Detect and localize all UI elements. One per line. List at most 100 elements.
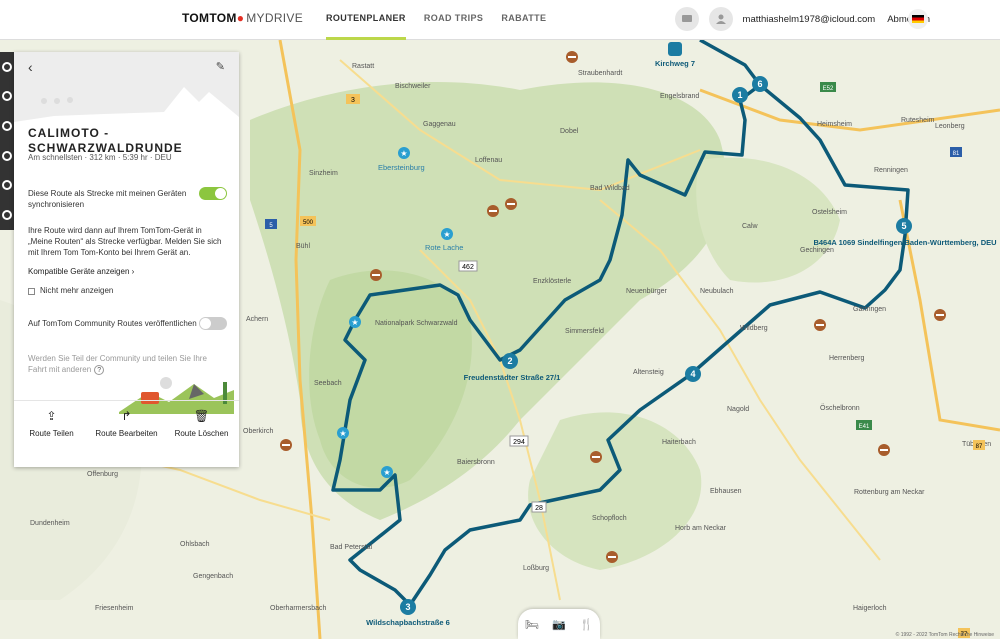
edit-pencil-icon[interactable]: ✎ — [216, 60, 225, 73]
hotel-bed-icon[interactable]: 🛏 — [525, 618, 539, 631]
town-label: Leonberg — [935, 123, 965, 130]
town-label: Straubenhardt — [578, 70, 622, 77]
park-label: Nationalpark Schwarzwald — [375, 320, 458, 327]
town-label: Neubulach — [700, 288, 734, 295]
logo-brand: TOMTOM — [182, 11, 237, 25]
town-label: Engelsbrand — [660, 93, 699, 100]
search-icon[interactable] — [2, 61, 12, 72]
town-label: Rutesheim — [901, 117, 935, 124]
town-label: Herrenberg — [829, 355, 865, 362]
help-question-icon[interactable]: ? — [94, 365, 105, 375]
town-label: Wildberg — [740, 325, 768, 332]
main-nav: ROUTENPLANER ROAD TRIPS RABATTE — [326, 0, 546, 40]
waypoint-1-marker[interactable]: 1 — [732, 87, 748, 103]
user-avatar-icon[interactable] — [708, 7, 733, 31]
poi-star-icon[interactable]: ★ — [398, 147, 410, 159]
map-copyright[interactable]: © 1992 - 2022 TomTom Rechtliche Hinweise — [896, 632, 994, 638]
trash-icon: 🗑 — [193, 409, 210, 423]
waypoint-5-label: B464A 1069 Sindelfingen Baden-Württember… — [813, 238, 996, 247]
waypoint-5-marker[interactable]: 5 — [896, 218, 912, 234]
dont-show-label: Nicht mehr anzeigen — [40, 286, 114, 295]
town-label: Horb am Neckar — [675, 525, 727, 532]
poi-label: Ebersteinburg — [378, 163, 425, 172]
sync-label: Diese Route als Strecke mit meinen Gerät… — [28, 189, 187, 209]
community-info: Werden Sie Teil der Community und teilen… — [28, 353, 218, 375]
poi-star-icon[interactable]: ★ — [441, 228, 453, 240]
poi-label: Rote Lache — [425, 243, 463, 252]
town-label: Rastatt — [352, 63, 374, 70]
waypoint-3-marker[interactable]: 3 — [400, 599, 416, 615]
sync-toggle[interactable] — [199, 187, 227, 200]
chevron-right-icon: › — [131, 267, 135, 276]
feedback-icon[interactable] — [674, 7, 699, 31]
waypoint-4-marker[interactable]: 4 — [685, 366, 701, 382]
share-icon: ⇪ — [46, 409, 57, 423]
back-arrow-icon[interactable]: ‹ — [28, 59, 33, 75]
delete-route-button[interactable]: 🗑 Route Löschen — [164, 401, 239, 467]
traffic-icon[interactable] — [2, 180, 12, 191]
town-label: Achern — [246, 316, 268, 323]
sync-info: Ihre Route wird dann auf Ihrem TomTom-Ge… — [28, 226, 222, 257]
svg-text:28: 28 — [535, 505, 543, 512]
no-entry-icon — [606, 551, 618, 563]
user-icon[interactable] — [2, 150, 12, 161]
waypoint-2-marker[interactable]: 2 — [502, 353, 518, 369]
nav-routenplaner[interactable]: ROUTENPLANER — [326, 0, 406, 40]
no-entry-icon — [566, 51, 578, 63]
town-label: Bad Wildbad — [590, 185, 630, 192]
town-label: Loßburg — [523, 565, 549, 572]
user-email[interactable]: matthiashelm1978@icloud.com — [743, 14, 876, 25]
town-label: Calw — [742, 223, 759, 230]
town-label: Sinzheim — [309, 170, 338, 177]
camera-icon[interactable]: 📷 — [552, 618, 566, 631]
poi-filter-bar: 🛏 📷 🍴 — [518, 609, 600, 639]
no-entry-icon — [370, 269, 382, 281]
edit-route-icon: ↱ — [121, 409, 132, 423]
town-label: Bischweiler — [395, 83, 431, 90]
town-label: Nagold — [727, 406, 749, 413]
waypoint-6-marker[interactable]: 6 — [752, 76, 768, 92]
town-label: Bühl — [296, 243, 310, 250]
no-entry-icon — [505, 198, 517, 210]
route-icon[interactable] — [2, 91, 12, 102]
svg-text:★: ★ — [383, 468, 390, 477]
no-entry-icon — [878, 444, 890, 456]
town-label: Dobel — [560, 128, 579, 135]
svg-text:★: ★ — [351, 318, 358, 327]
svg-text:3: 3 — [351, 97, 355, 104]
compat-devices-label: Kompatible Geräte anzeigen — [28, 267, 130, 276]
settings-gear-icon[interactable] — [2, 210, 12, 221]
poi-pin-icon[interactable] — [668, 42, 682, 56]
dont-show-checkbox[interactable] — [28, 288, 35, 295]
town-label: Simmersfeld — [565, 328, 604, 335]
waypoint-3-label: Wildschapbachstraße 6 — [366, 618, 450, 627]
town-label: Gaggenau — [423, 121, 456, 128]
community-toggle[interactable] — [199, 317, 227, 330]
edit-route-button[interactable]: ↱ Route Bearbeiten — [89, 401, 164, 467]
svg-text:500: 500 — [303, 220, 314, 226]
logo-dot-icon: ● — [236, 11, 245, 25]
svg-text:87: 87 — [976, 444, 983, 450]
town-label: Seebach — [314, 380, 342, 387]
account-area: matthiashelm1978@icloud.com Abmelden — [674, 7, 930, 31]
poi-star-icon[interactable]: ★ — [337, 427, 349, 439]
poi-star-icon[interactable]: ★ — [381, 466, 393, 478]
town-label: Gärtringen — [853, 306, 886, 313]
svg-text:★: ★ — [400, 149, 407, 158]
restaurant-icon[interactable]: 🍴 — [580, 618, 594, 631]
town-label: Rottenburg am Neckar — [854, 489, 925, 496]
nav-rabatte[interactable]: RABATTE — [501, 0, 546, 40]
route-title: CALIMOTO - SCHWARZWALDRUNDE — [28, 126, 183, 155]
road-shield: 28 — [531, 501, 547, 513]
town-label: Loffenau — [475, 157, 502, 164]
language-flag-icon[interactable] — [908, 9, 928, 29]
tomtom-logo[interactable]: TOMTOM● MYDRIVE — [182, 11, 303, 25]
poi-star-icon[interactable]: ★ — [349, 316, 361, 328]
compat-devices-link[interactable]: Kompatible Geräte anzeigen › — [28, 266, 228, 277]
places-icon[interactable] — [2, 121, 12, 132]
share-route-button[interactable]: ⇪ Route Teilen — [14, 401, 89, 467]
share-route-label: Route Teilen — [29, 429, 74, 438]
road-shield: 462 — [458, 260, 478, 272]
nav-road-trips[interactable]: ROAD TRIPS — [424, 0, 484, 40]
road-shield: E41 — [856, 420, 872, 430]
